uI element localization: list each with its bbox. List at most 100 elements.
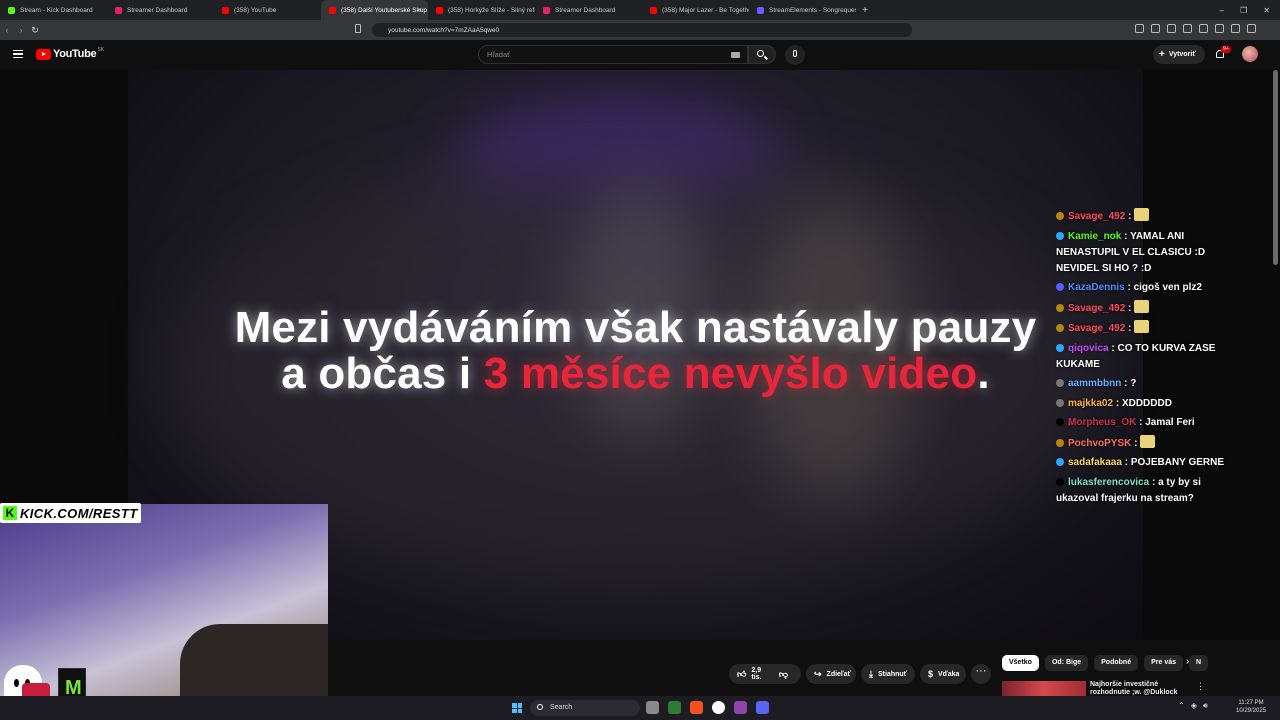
chat-message: Savage_492 : bbox=[1056, 299, 1236, 317]
search-icon bbox=[537, 704, 543, 710]
tab-favicon-icon bbox=[650, 6, 657, 14]
extension-icon[interactable] bbox=[1215, 24, 1224, 33]
like-dislike-group: 👍︎ 2,9 tis. 👎︎ bbox=[729, 664, 801, 684]
voice-search-icon[interactable] bbox=[785, 45, 805, 65]
brave-browser-icon[interactable] bbox=[690, 701, 703, 714]
search-button[interactable] bbox=[748, 45, 776, 64]
subtitle-period: . bbox=[977, 349, 990, 398]
keyboard-icon[interactable] bbox=[731, 52, 740, 58]
chevron-right-icon[interactable]: › bbox=[1186, 656, 1189, 667]
share-button[interactable]: ↪ Zdieľať bbox=[806, 664, 856, 684]
browser-tab[interactable]: (358) Major Lazer - Be Together (feat bbox=[642, 0, 749, 20]
chat-username: Savage_492 bbox=[1068, 211, 1126, 222]
filter-chip[interactable]: N bbox=[1189, 655, 1209, 671]
chat-separator: : bbox=[1125, 211, 1135, 222]
subtitle-text: a občas i bbox=[281, 349, 484, 398]
minimize-button[interactable]: – bbox=[1220, 6, 1224, 15]
discord-icon[interactable] bbox=[756, 701, 769, 714]
filter-chip[interactable]: Pre vás bbox=[1144, 655, 1184, 671]
back-icon[interactable]: ‹ bbox=[0, 25, 14, 35]
forward-icon[interactable]: › bbox=[14, 25, 28, 35]
browser-tab[interactable]: Stream - Kick Dashboard bbox=[0, 0, 107, 20]
close-window-button[interactable]: ✕ bbox=[1263, 6, 1270, 15]
chat-username: sadafakaaa bbox=[1068, 457, 1122, 468]
like-count[interactable]: 2,9 tis. bbox=[751, 667, 764, 681]
url-field[interactable]: youtube.com/watch?v=7mZAaA5qwe0 bbox=[372, 23, 912, 37]
browser-tab[interactable]: Streamer Dashboard bbox=[107, 0, 214, 20]
kick-logo-icon: K bbox=[3, 506, 17, 520]
chat-username: Savage_492 bbox=[1068, 323, 1126, 334]
window-controls: – ❐ ✕ bbox=[1220, 0, 1270, 20]
tab-label: (358) YouTube bbox=[234, 6, 277, 14]
extension-icon[interactable] bbox=[1199, 24, 1208, 33]
browser-tab[interactable]: (358) Horkýže Slíže - Silný refrén [ofi bbox=[428, 0, 535, 20]
chat-text: ? bbox=[1130, 378, 1137, 389]
menu-icon[interactable] bbox=[13, 50, 23, 58]
youtube-header: YouTube SK Hľadať + Vytvoriť 9+ bbox=[0, 40, 1280, 70]
close-tab-icon[interactable]: × bbox=[418, 7, 422, 14]
kick-url-text: KICK.COM/RESTT bbox=[20, 505, 138, 521]
taskbar-clock[interactable]: 11:27 PM 10/29/2025 bbox=[1236, 699, 1266, 715]
browser-tab[interactable]: (358) YouTube bbox=[214, 0, 321, 20]
chat-separator: : bbox=[1125, 323, 1135, 334]
tab-label: Streamer Dashboard bbox=[127, 6, 188, 14]
tab-favicon-icon bbox=[115, 6, 122, 14]
filter-chip[interactable]: Všetko bbox=[1002, 655, 1039, 671]
browser-tab[interactable]: StreamElements - Songrequest bbox=[749, 0, 856, 20]
chat-username: Savage_492 bbox=[1068, 302, 1126, 314]
chat-overlay: Savage_492 : Kamie_nok : YAMAL ANI NENAS… bbox=[1056, 208, 1236, 510]
extension-icon[interactable] bbox=[1135, 24, 1144, 33]
badge-icon bbox=[1056, 379, 1064, 387]
filter-chip[interactable]: Podobné bbox=[1094, 655, 1139, 671]
extension-icon[interactable] bbox=[1231, 24, 1240, 33]
maximize-button[interactable]: ❐ bbox=[1240, 6, 1247, 15]
app-icon[interactable] bbox=[734, 701, 747, 714]
download-button[interactable]: ⤓ Stiahnuť bbox=[861, 664, 915, 684]
create-button[interactable]: + Vytvoriť bbox=[1153, 45, 1205, 64]
chat-separator: : bbox=[1149, 476, 1159, 488]
tab-favicon-icon bbox=[543, 6, 550, 14]
obs-icon[interactable] bbox=[712, 701, 725, 714]
system-tray: ⌃ ◈ 🔊︎ bbox=[1178, 701, 1208, 711]
browser-tab[interactable]: Streamer Dashboard bbox=[535, 0, 642, 20]
badge-icon bbox=[1056, 303, 1064, 312]
chat-message: Kamie_nok : YAMAL ANI NENASTUPIL V EL CL… bbox=[1056, 229, 1236, 277]
chevron-up-icon[interactable]: ⌃ bbox=[1178, 701, 1185, 711]
windows-start-icon[interactable] bbox=[512, 703, 522, 713]
volume-icon[interactable]: 🔊︎ bbox=[1203, 701, 1208, 711]
like-icon[interactable]: 👍︎ bbox=[737, 669, 746, 680]
badge-icon bbox=[1056, 418, 1064, 426]
filter-chip[interactable]: Od: Bige bbox=[1044, 655, 1089, 671]
chat-separator: : bbox=[1124, 282, 1134, 293]
youtube-logo[interactable]: YouTube SK bbox=[36, 47, 104, 60]
url-text: youtube.com/watch?v=7mZAaA5qwe0 bbox=[388, 26, 500, 34]
extension-icon[interactable] bbox=[1247, 24, 1256, 33]
network-icon[interactable]: ◈ bbox=[1191, 701, 1197, 711]
bookmark-icon[interactable] bbox=[355, 24, 361, 33]
kebab-menu-icon[interactable]: ⋮ bbox=[1196, 681, 1205, 692]
tab-favicon-icon bbox=[436, 6, 443, 14]
more-actions-button[interactable]: ··· bbox=[971, 664, 991, 684]
chat-username: majkka02 bbox=[1068, 397, 1114, 409]
app-icon[interactable] bbox=[668, 701, 681, 714]
chat-username: Kamie_nok bbox=[1068, 230, 1122, 242]
new-tab-button[interactable]: + bbox=[856, 5, 874, 16]
taskbar-search[interactable]: Search bbox=[530, 700, 640, 716]
recommendation-thumbnail[interactable] bbox=[1002, 681, 1086, 696]
file-explorer-icon[interactable] bbox=[646, 701, 659, 714]
extension-icons bbox=[1135, 24, 1256, 33]
chat-message: qiqovica : CO TO KURVA ZASE KUKAME bbox=[1056, 341, 1236, 373]
extension-icon[interactable] bbox=[1167, 24, 1176, 33]
dislike-icon[interactable]: 👎︎ bbox=[779, 669, 788, 680]
search-input[interactable]: Hľadať bbox=[478, 45, 748, 64]
browser-tab[interactable]: (358) Další Youtuberské Skup × bbox=[321, 0, 428, 20]
extension-icon[interactable] bbox=[1183, 24, 1192, 33]
recommendation-title[interactable]: Najhoršie investičné rozhodnutie ;w. @Du… bbox=[1090, 681, 1185, 697]
extension-icon[interactable] bbox=[1151, 24, 1160, 33]
page-scrollbar[interactable] bbox=[1273, 70, 1278, 265]
share-icon: ↪ bbox=[814, 668, 822, 679]
thanks-button[interactable]: $ Vďaka bbox=[920, 664, 966, 684]
tab-favicon-icon bbox=[757, 6, 764, 14]
reload-icon[interactable]: ↻ bbox=[28, 25, 42, 36]
avatar[interactable] bbox=[1242, 46, 1258, 62]
